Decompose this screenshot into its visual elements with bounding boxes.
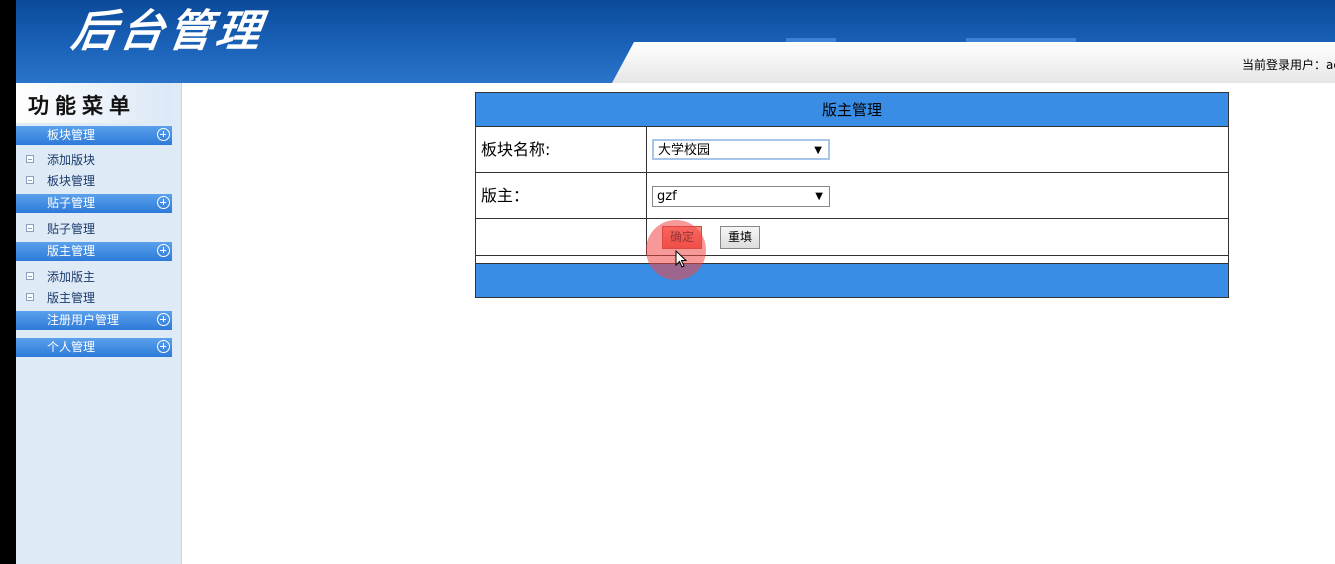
sidebar-section-users[interactable]: 注册用户管理 bbox=[16, 311, 172, 330]
sidebar-section-label: 个人管理 bbox=[47, 340, 96, 354]
tree-node-icon bbox=[26, 224, 34, 232]
header-band bbox=[612, 42, 1335, 83]
header-decoration bbox=[786, 38, 836, 42]
sidebar-section-board[interactable]: 板块管理 bbox=[16, 126, 172, 145]
sidebar-section-label: 贴子管理 bbox=[47, 196, 96, 210]
sidebar-section-posts[interactable]: 贴子管理 bbox=[16, 194, 172, 213]
header-logo: 后台管理 bbox=[68, 6, 268, 57]
expand-icon[interactable] bbox=[157, 244, 170, 257]
current-user-label: 当前登录用户：adr bbox=[1242, 58, 1335, 72]
dropdown-arrow-icon: ▼ bbox=[815, 191, 823, 202]
empty-label-cell bbox=[476, 219, 647, 255]
expand-icon[interactable] bbox=[157, 313, 170, 326]
sidebar-section-label: 版主管理 bbox=[47, 244, 96, 258]
form-title: 版主管理 bbox=[476, 93, 1228, 127]
moderator-label: 版主： bbox=[476, 173, 647, 218]
board-select[interactable]: 大学校园 ▼ bbox=[652, 139, 830, 160]
button-row: 确定 重填 bbox=[476, 219, 1228, 256]
sidebar-section-personal[interactable]: 个人管理 bbox=[16, 338, 172, 357]
dropdown-arrow-icon: ▼ bbox=[814, 145, 822, 156]
spacer-row bbox=[476, 256, 1228, 264]
moderator-row: 版主： gzf ▼ bbox=[476, 173, 1228, 219]
form-footer-bar bbox=[476, 264, 1228, 297]
sidebar-section-label: 注册用户管理 bbox=[47, 313, 120, 327]
tree-node-icon bbox=[26, 155, 34, 163]
board-label: 板块名称: bbox=[476, 127, 647, 172]
header-decoration bbox=[966, 38, 1076, 42]
expand-icon[interactable] bbox=[157, 340, 170, 353]
tree-node-icon bbox=[26, 272, 34, 280]
sidebar-menu: 功能菜单 板块管理 添加版块 板块管理 贴子管理 贴子管理 版主管理 添加版主 … bbox=[16, 83, 182, 564]
left-black-strip bbox=[0, 0, 16, 564]
moderator-select[interactable]: gzf ▼ bbox=[652, 186, 830, 207]
sidebar-section-moderators[interactable]: 版主管理 bbox=[16, 242, 172, 261]
moderator-form: 版主管理 板块名称: 大学校园 ▼ 版主： gzf ▼ 确定 重填 bbox=[475, 92, 1229, 298]
board-row: 板块名称: 大学校园 ▼ bbox=[476, 127, 1228, 173]
tree-node-icon bbox=[26, 293, 34, 301]
menu-title: 功能菜单 bbox=[28, 93, 136, 118]
board-select-value: 大学校园 bbox=[658, 143, 711, 158]
expand-icon[interactable] bbox=[157, 128, 170, 141]
page-header: 后台管理 当前登录用户：adr bbox=[16, 0, 1335, 83]
expand-icon[interactable] bbox=[157, 196, 170, 209]
moderator-select-value: gzf bbox=[657, 189, 677, 204]
sidebar-section-label: 板块管理 bbox=[47, 128, 96, 142]
mouse-cursor-icon bbox=[675, 250, 687, 268]
reset-button[interactable]: 重填 bbox=[720, 226, 761, 249]
tree-node-icon bbox=[26, 176, 34, 184]
